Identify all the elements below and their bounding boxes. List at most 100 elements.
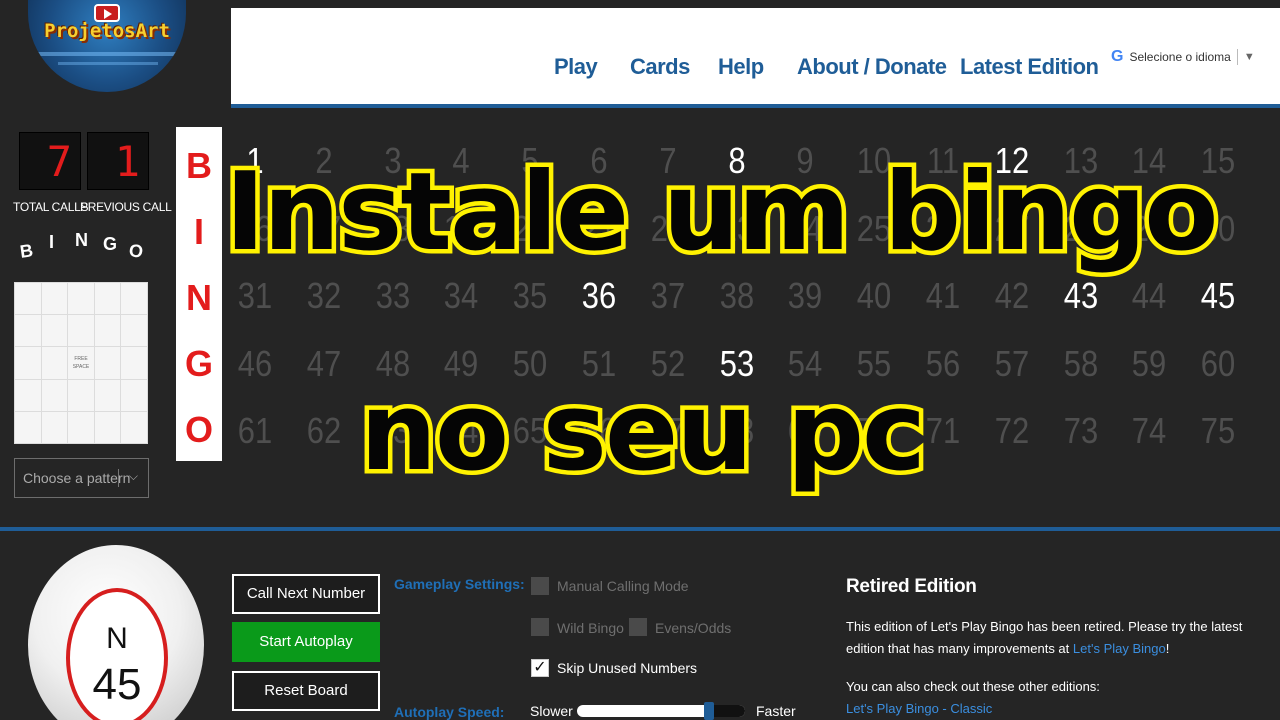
board-number[interactable]: 60 xyxy=(1188,343,1248,385)
card-cell[interactable] xyxy=(68,283,94,315)
board-number[interactable]: 57 xyxy=(982,343,1042,385)
lets-play-bingo-link[interactable]: Let's Play Bingo xyxy=(1073,641,1166,656)
card-cell[interactable] xyxy=(121,411,147,443)
board-number[interactable]: 40 xyxy=(844,275,904,317)
language-selector[interactable]: G Selecione o idioma ▼ xyxy=(1111,48,1255,66)
wild-bingo-checkbox[interactable] xyxy=(531,618,549,636)
card-cell[interactable] xyxy=(15,283,41,315)
card-cell[interactable] xyxy=(94,411,121,443)
board-number[interactable]: 38 xyxy=(706,275,766,317)
slower-label: Slower xyxy=(530,703,573,719)
retired-text-end: ! xyxy=(1165,641,1170,656)
retired-edition-title: Retired Edition xyxy=(846,576,977,597)
card-cell[interactable] xyxy=(121,347,147,379)
card-cell[interactable] xyxy=(121,283,147,315)
card-cell[interactable] xyxy=(94,315,121,347)
skip-unused-label: Skip Unused Numbers xyxy=(557,660,698,676)
row-letter: B xyxy=(186,145,212,186)
board-number[interactable]: 46 xyxy=(225,343,285,385)
row-letter: I xyxy=(193,211,204,252)
board-number[interactable]: 72 xyxy=(982,410,1042,452)
card-cell[interactable] xyxy=(94,347,121,379)
card-header: B I N G O xyxy=(18,230,148,262)
card-cell[interactable] xyxy=(41,347,68,379)
caret-down-icon: ▼ xyxy=(1243,51,1255,63)
nav-play[interactable]: Play xyxy=(554,54,598,80)
nav-latest-edition[interactable]: Latest Edition xyxy=(960,54,1099,80)
free-space-cell[interactable]: FREE SPACE xyxy=(68,347,94,379)
other-editions-text: You can also check out these other editi… xyxy=(846,679,1100,694)
board-number[interactable]: 45 xyxy=(1188,275,1248,317)
skip-unused-checkbox[interactable]: ✓ xyxy=(531,659,549,677)
board-number[interactable]: 32 xyxy=(294,275,354,317)
chevron-down-icon: ⌵ xyxy=(128,469,138,483)
autoplay-speed-slider[interactable] xyxy=(577,702,745,720)
previous-call-value: 1 xyxy=(114,137,140,186)
wild-bingo-label: Wild Bingo xyxy=(557,620,624,636)
card-cell[interactable] xyxy=(68,315,94,347)
board-number[interactable]: 61 xyxy=(225,410,285,452)
row-letter: G xyxy=(184,343,213,384)
card-cell[interactable] xyxy=(41,379,68,411)
google-icon: G xyxy=(1111,48,1124,65)
board-number[interactable]: 75 xyxy=(1188,410,1248,452)
nav-cards[interactable]: Cards xyxy=(630,54,690,80)
card-letter: I xyxy=(49,232,55,252)
autoplay-speed-label: Autoplay Speed: xyxy=(394,704,505,720)
board-number[interactable]: 31 xyxy=(225,275,285,317)
card-cell[interactable] xyxy=(68,379,94,411)
card-cell[interactable] xyxy=(94,379,121,411)
board-number[interactable]: 44 xyxy=(1119,275,1179,317)
card-letter: G xyxy=(103,234,118,254)
reset-board-button[interactable]: Reset Board xyxy=(232,671,380,711)
slider-handle[interactable] xyxy=(704,702,714,720)
board-number[interactable]: 42 xyxy=(982,275,1042,317)
card-cell[interactable] xyxy=(68,411,94,443)
board-number[interactable]: 37 xyxy=(638,275,698,317)
card-cell[interactable] xyxy=(121,379,147,411)
evens-odds-checkbox[interactable] xyxy=(629,618,647,636)
language-label: Selecione o idioma xyxy=(1129,50,1231,64)
start-autoplay-button[interactable]: Start Autoplay xyxy=(232,622,380,662)
board-number[interactable]: 73 xyxy=(1050,410,1110,452)
pattern-card[interactable]: FREE SPACE xyxy=(14,282,148,444)
board-number[interactable]: 39 xyxy=(775,275,835,317)
board-number[interactable]: 33 xyxy=(362,275,422,317)
card-cell[interactable] xyxy=(41,283,68,315)
retired-text-body: This edition of Let's Play Bingo has bee… xyxy=(846,619,1243,656)
manual-calling-label: Manual Calling Mode xyxy=(557,578,689,594)
classic-edition-link-row: Let's Play Bingo - Classic xyxy=(846,698,1266,720)
card-cell[interactable] xyxy=(121,315,147,347)
card-cell[interactable] xyxy=(41,315,68,347)
board-number[interactable]: 62 xyxy=(294,410,354,452)
board-number[interactable]: 36 xyxy=(569,275,629,317)
card-cell[interactable] xyxy=(15,347,41,379)
card-cell[interactable] xyxy=(41,411,68,443)
card-cell[interactable] xyxy=(94,283,121,315)
card-letter: B xyxy=(18,240,35,262)
retired-text: This edition of Let's Play Bingo has bee… xyxy=(846,616,1266,660)
pattern-select[interactable]: Choose a pattern ⌵ xyxy=(14,458,149,498)
board-number[interactable]: 59 xyxy=(1119,343,1179,385)
evens-odds-label: Evens/Odds xyxy=(655,620,732,636)
total-calls-value: 7 xyxy=(46,137,72,186)
nav-help[interactable]: Help xyxy=(718,54,764,80)
manual-calling-checkbox[interactable] xyxy=(531,577,549,595)
section-divider xyxy=(0,527,1280,531)
board-number[interactable]: 74 xyxy=(1119,410,1179,452)
card-cell[interactable] xyxy=(15,379,41,411)
classic-edition-link[interactable]: Let's Play Bingo - Classic xyxy=(846,701,992,716)
circuit-decoration xyxy=(58,62,158,65)
overlay-title-line1: Instale um bingo xyxy=(220,146,1222,280)
row-letter: O xyxy=(184,409,213,450)
board-number[interactable]: 58 xyxy=(1050,343,1110,385)
board-number[interactable]: 47 xyxy=(294,343,354,385)
board-number[interactable]: 34 xyxy=(431,275,491,317)
board-number[interactable]: 35 xyxy=(500,275,560,317)
nav-about-donate[interactable]: About / Donate xyxy=(797,54,947,80)
call-next-number-button[interactable]: Call Next Number xyxy=(232,574,380,614)
board-number[interactable]: 43 xyxy=(1050,275,1110,317)
board-number[interactable]: 41 xyxy=(913,275,973,317)
card-cell[interactable] xyxy=(15,411,41,443)
card-cell[interactable] xyxy=(15,315,41,347)
